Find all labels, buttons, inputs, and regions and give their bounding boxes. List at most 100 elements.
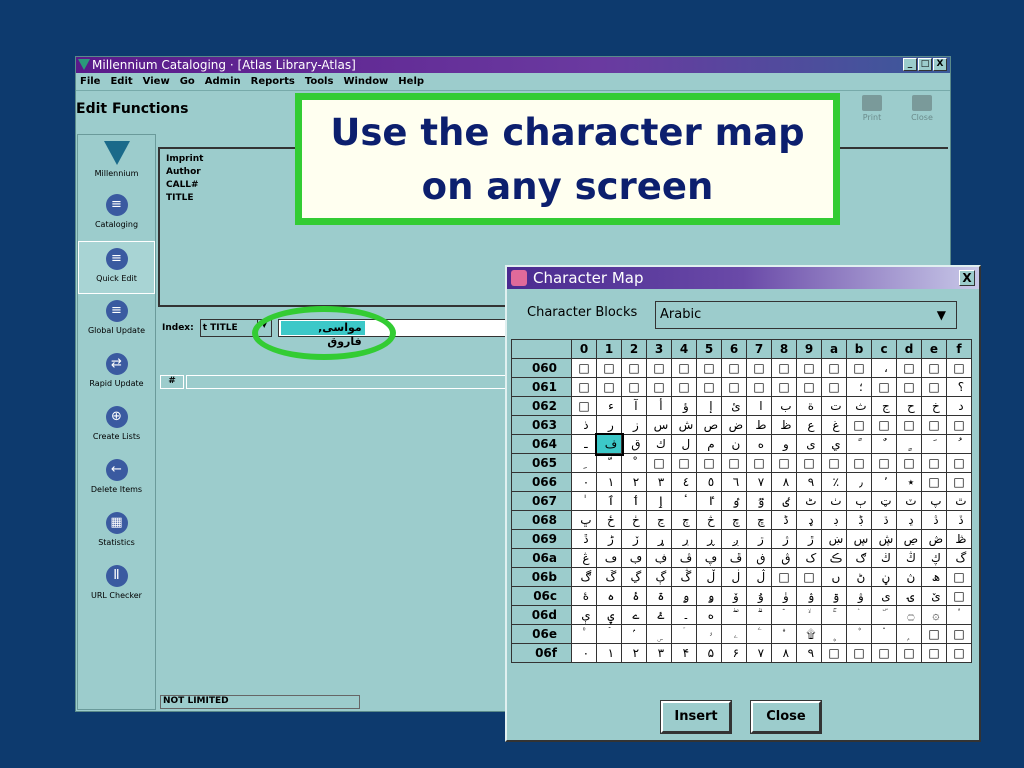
character-cell[interactable]: ڒ (621, 529, 647, 549)
character-cell[interactable]: ۍ (896, 586, 922, 606)
character-cell[interactable]: □ (796, 567, 822, 587)
character-cell[interactable]: ٌ (871, 434, 897, 454)
character-cell[interactable]: ۭ (896, 624, 922, 644)
character-cell[interactable]: ځ (596, 510, 622, 530)
insert-button[interactable]: Insert (660, 700, 732, 734)
character-cell[interactable]: ڷ (746, 567, 772, 587)
character-cell[interactable]: ۃ (646, 586, 672, 606)
character-cell[interactable]: ٽ (896, 491, 922, 511)
character-cell[interactable]: ۪ (821, 624, 847, 644)
character-cell[interactable]: ٪ (821, 472, 847, 492)
character-cell[interactable]: ع (796, 415, 822, 435)
character-cell[interactable]: □ (771, 358, 797, 378)
character-cell[interactable]: ۧ (746, 624, 772, 644)
character-cell[interactable]: و (771, 434, 797, 454)
character-cell[interactable]: ڢ (621, 548, 647, 568)
character-cell[interactable]: ، (871, 358, 897, 378)
character-cell[interactable]: ڨ (771, 548, 797, 568)
character-cell[interactable]: □ (671, 453, 697, 473)
character-cell[interactable]: ؤ (671, 396, 697, 416)
character-cell[interactable]: ؛ (846, 377, 872, 397)
character-cell[interactable]: ڔ (671, 529, 697, 549)
character-cell[interactable]: ٷ (746, 491, 772, 511)
character-cell[interactable]: ڇ (746, 510, 772, 530)
character-cell[interactable]: ۗ (746, 605, 772, 625)
character-cell[interactable]: غ (821, 415, 847, 435)
character-cell[interactable]: ٬ (871, 472, 897, 492)
character-cell[interactable]: ۈ (771, 586, 797, 606)
character-cell[interactable]: ز (621, 415, 647, 435)
character-cell[interactable]: ک (796, 548, 822, 568)
character-cell[interactable]: ۰ (571, 643, 597, 663)
character-cell[interactable]: ئ (721, 396, 747, 416)
character-cell[interactable]: ږ (721, 529, 747, 549)
character-cell[interactable]: ۅ (696, 586, 722, 606)
character-cell[interactable]: □ (571, 377, 597, 397)
character-cell[interactable]: ھ (921, 567, 947, 587)
maximize-button[interactable]: □ (918, 58, 932, 71)
character-cell[interactable]: ړ (646, 529, 672, 549)
character-cell[interactable]: □ (846, 358, 872, 378)
character-cell[interactable]: ڜ (871, 529, 897, 549)
character-cell[interactable]: ل (671, 434, 697, 454)
character-cell[interactable]: □ (921, 377, 947, 397)
character-cell[interactable]: ي (821, 434, 847, 454)
character-cell[interactable]: □ (846, 643, 872, 663)
character-cell[interactable]: □ (921, 472, 947, 492)
character-cell[interactable]: ې (571, 605, 597, 625)
sidebar-item-create-lists[interactable]: ⊕ Create Lists (78, 400, 155, 453)
character-cell[interactable]: □ (946, 453, 972, 473)
character-cell[interactable]: ڭ (896, 548, 922, 568)
character-cell[interactable]: ض (721, 415, 747, 435)
character-cell[interactable]: ڈ (771, 510, 797, 530)
character-cell[interactable]: □ (771, 453, 797, 473)
character-cell[interactable]: ڲ (621, 567, 647, 587)
character-cell[interactable]: ۠ (571, 624, 597, 644)
menu-help[interactable]: Help (398, 73, 424, 90)
minimize-button[interactable]: _ (903, 58, 917, 71)
character-cell[interactable]: ٸ (771, 491, 797, 511)
character-cell[interactable]: ى (796, 434, 822, 454)
close-window-button[interactable]: X (933, 58, 947, 71)
character-cell[interactable]: □ (571, 358, 597, 378)
character-cell[interactable]: ـ (571, 434, 597, 454)
character-cell[interactable]: □ (646, 453, 672, 473)
character-cell[interactable]: □ (821, 643, 847, 663)
character-cell[interactable]: ۀ (571, 586, 597, 606)
sidebar-item-global-update[interactable]: ≡ Global Update (78, 294, 155, 347)
character-cell[interactable]: □ (646, 358, 672, 378)
character-cell[interactable]: ڑ (596, 529, 622, 549)
character-cell[interactable]: ێ (921, 586, 947, 606)
character-cell[interactable]: ف (594, 432, 624, 456)
character-cell[interactable]: څ (696, 510, 722, 530)
character-cell[interactable]: □ (696, 453, 722, 473)
character-cell[interactable]: چ (721, 510, 747, 530)
character-cell[interactable]: □ (596, 358, 622, 378)
character-cell[interactable]: ج (871, 396, 897, 416)
character-cell[interactable]: ص (696, 415, 722, 435)
character-cell[interactable]: ۙ (796, 605, 822, 625)
character-cell[interactable]: ۨ (771, 624, 797, 644)
character-cell[interactable]: ش (671, 415, 697, 435)
character-cell[interactable]: ۝ (896, 605, 922, 625)
character-cell[interactable]: ۲ (621, 643, 647, 663)
character-cell[interactable]: ُ (946, 434, 972, 454)
character-cell[interactable]: ډ (796, 510, 822, 530)
character-cell[interactable]: ً (846, 434, 872, 454)
character-cell[interactable]: ٭ (896, 472, 922, 492)
character-cell[interactable]: □ (896, 453, 922, 473)
character-cell[interactable]: ٳ (646, 491, 672, 511)
character-cell[interactable]: ڋ (846, 510, 872, 530)
character-cell[interactable]: ۢ (621, 624, 647, 644)
character-cell[interactable]: ڏ (946, 510, 972, 530)
character-cell[interactable]: ۉ (796, 586, 822, 606)
character-cell[interactable]: □ (871, 643, 897, 663)
character-cell[interactable]: ۘ (771, 605, 797, 625)
character-cell[interactable]: ڮ (921, 548, 947, 568)
character-cell[interactable]: ۖ (721, 605, 747, 625)
character-cell[interactable]: ۶ (721, 643, 747, 663)
character-cell[interactable]: ے (621, 605, 647, 625)
character-cell[interactable]: □ (696, 377, 722, 397)
character-cell[interactable]: ٥ (696, 472, 722, 492)
character-cell[interactable]: □ (871, 453, 897, 473)
